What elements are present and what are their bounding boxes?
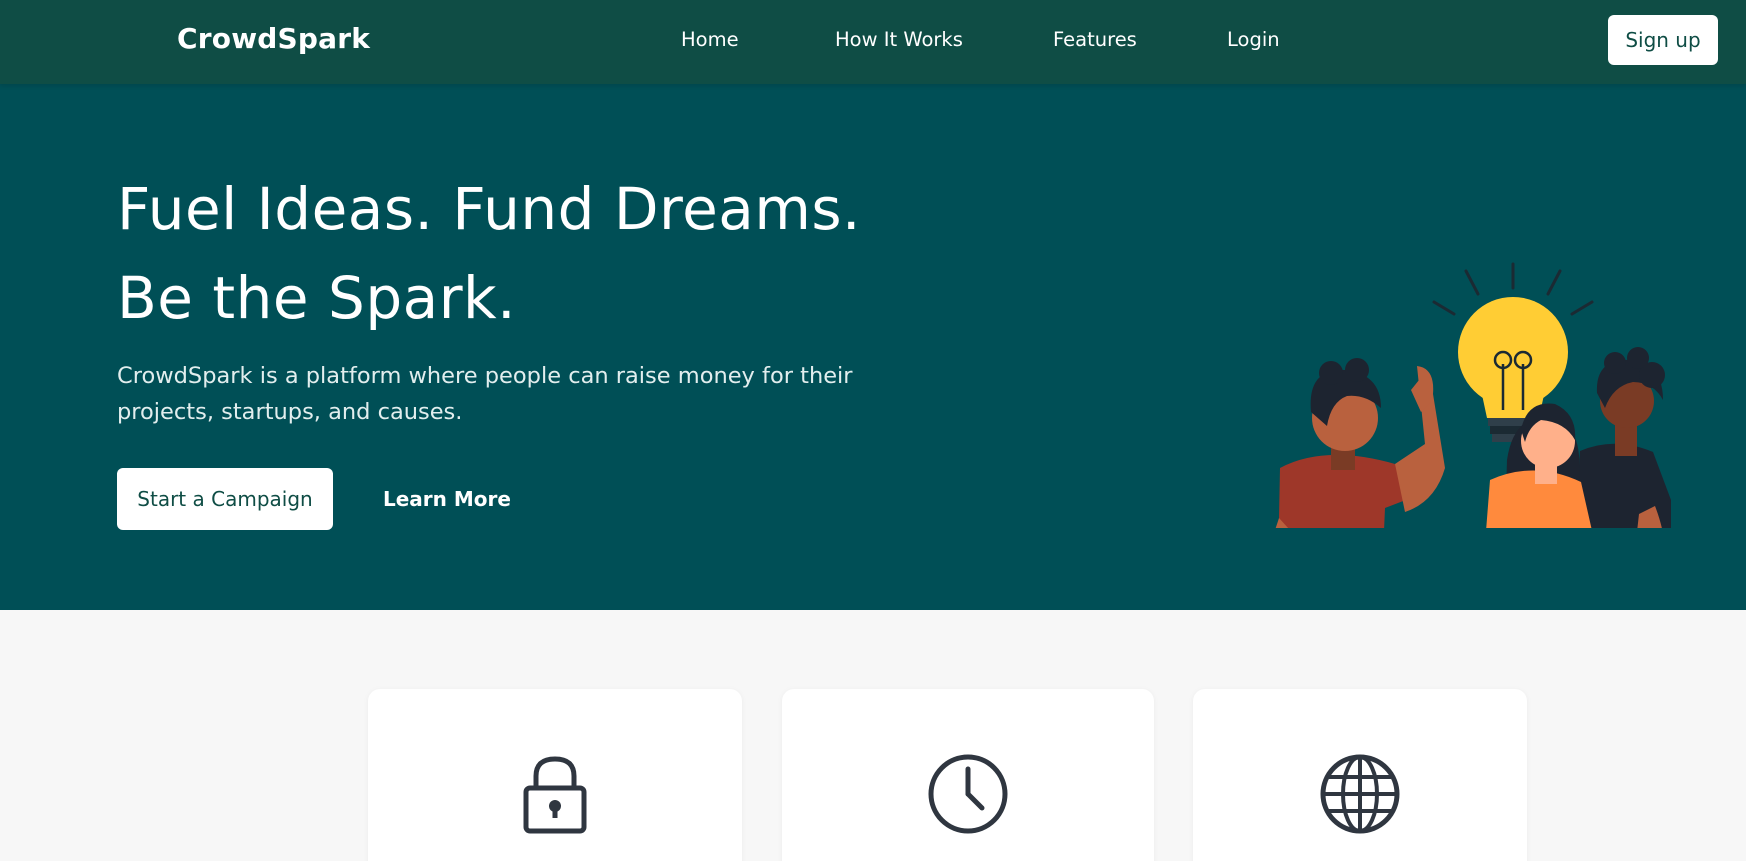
hero-illustration — [1275, 262, 1671, 528]
hero-section: Fuel Ideas. Fund Dreams. Be the Spark. C… — [0, 84, 1746, 610]
learn-more-link[interactable]: Learn More — [383, 487, 511, 511]
globe-icon — [1320, 754, 1400, 834]
start-campaign-button[interactable]: Start a Campaign — [117, 468, 333, 530]
nav-link-how-it-works[interactable]: How It Works — [835, 28, 963, 51]
feature-card-time — [782, 689, 1154, 861]
navbar: CrowdSpark Home How It Works Features Lo… — [0, 0, 1746, 84]
nav-link-home[interactable]: Home — [681, 28, 739, 51]
hero-description: CrowdSpark is a platform where people ca… — [117, 363, 853, 425]
hero-title-line-1: Fuel Ideas. Fund Dreams. — [117, 175, 861, 243]
nav-link-features[interactable]: Features — [1053, 28, 1137, 51]
hero-title-line-2: Be the Spark. — [117, 264, 517, 332]
person-right — [1575, 347, 1671, 528]
feature-card-security — [368, 689, 742, 861]
signup-button[interactable]: Sign up — [1608, 15, 1718, 65]
person-left — [1275, 358, 1445, 528]
lock-icon — [523, 756, 587, 834]
brand-logo[interactable]: CrowdSpark — [177, 22, 370, 55]
clock-icon — [928, 754, 1008, 834]
nav-link-login[interactable]: Login — [1227, 28, 1280, 51]
feature-card-global — [1193, 689, 1527, 861]
